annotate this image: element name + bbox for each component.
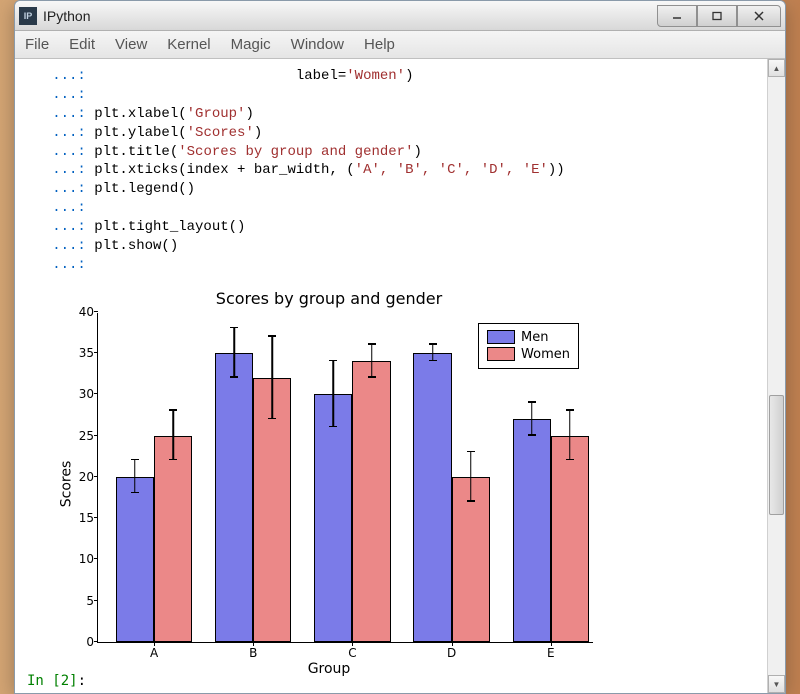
in-num: [2] — [52, 673, 77, 689]
legend-item-men: Men — [487, 330, 570, 345]
menu-view[interactable]: View — [115, 36, 147, 53]
plot-area: Men Women 0510152025303540ABCDE — [97, 313, 593, 643]
window-title: IPython — [43, 8, 657, 24]
bar-men-B — [215, 353, 253, 642]
bar-women-E — [551, 436, 589, 642]
bar-women-D — [452, 477, 490, 642]
legend-label-women: Women — [521, 347, 570, 362]
bar-men-A — [116, 477, 154, 642]
scroll-down-button[interactable]: ▼ — [768, 675, 785, 693]
bar-men-D — [413, 353, 451, 642]
content-area: ...: label='Women') ...: ...: plt.xlabel… — [15, 59, 785, 693]
ytick-label: 20 — [79, 470, 94, 484]
ytick-label: 0 — [86, 635, 94, 649]
chart-legend: Men Women — [478, 323, 579, 369]
legend-item-women: Women — [487, 347, 570, 362]
in-label: In — [27, 673, 52, 689]
chart-title: Scores by group and gender — [39, 289, 619, 308]
app-icon: IP — [19, 7, 37, 25]
window-controls — [657, 5, 781, 27]
xtick-label: B — [249, 646, 257, 660]
maximize-button[interactable] — [697, 5, 737, 27]
xtick-label: C — [348, 646, 356, 660]
ytick-label: 35 — [79, 346, 94, 360]
minimize-button[interactable] — [657, 5, 697, 27]
ytick-label: 15 — [79, 511, 94, 525]
menu-kernel[interactable]: Kernel — [167, 36, 210, 53]
menu-help[interactable]: Help — [364, 36, 395, 53]
ytick-label: 40 — [79, 305, 94, 319]
legend-swatch-women — [487, 347, 515, 361]
menu-magic[interactable]: Magic — [231, 36, 271, 53]
xtick-label: A — [150, 646, 158, 660]
xtick-label: D — [447, 646, 456, 660]
console-area[interactable]: ...: label='Women') ...: ...: plt.xlabel… — [15, 59, 767, 693]
ipython-window: IP IPython File Edit View Kernel Magic W… — [14, 0, 786, 694]
ytick-label: 30 — [79, 387, 94, 401]
chart-ylabel: Scores — [58, 461, 74, 508]
ytick-label: 25 — [79, 429, 94, 443]
legend-label-men: Men — [521, 330, 548, 345]
bar-women-C — [352, 361, 390, 642]
chart-xlabel: Group — [39, 661, 619, 677]
vertical-scrollbar[interactable]: ▲ ▼ — [767, 59, 785, 693]
close-button[interactable] — [737, 5, 781, 27]
titlebar[interactable]: IP IPython — [15, 1, 785, 31]
chart: Scores by group and gender Scores Group … — [39, 289, 619, 679]
menu-edit[interactable]: Edit — [69, 36, 95, 53]
legend-swatch-men — [487, 330, 515, 344]
menu-window[interactable]: Window — [291, 36, 344, 53]
ytick-label: 10 — [79, 552, 94, 566]
code-output: ...: label='Women') ...: ...: plt.xlabel… — [27, 67, 755, 275]
bar-women-A — [154, 436, 192, 642]
bar-men-E — [513, 419, 551, 642]
scroll-thumb[interactable] — [769, 395, 784, 515]
xtick-label: E — [547, 646, 555, 660]
scroll-up-button[interactable]: ▲ — [768, 59, 785, 77]
input-prompt[interactable]: In [2]: — [27, 673, 86, 689]
scroll-track[interactable] — [768, 77, 785, 675]
menubar: File Edit View Kernel Magic Window Help — [15, 31, 785, 59]
bar-men-C — [314, 394, 352, 642]
ytick-label: 5 — [86, 594, 94, 608]
in-colon: : — [78, 673, 86, 689]
menu-file[interactable]: File — [25, 36, 49, 53]
